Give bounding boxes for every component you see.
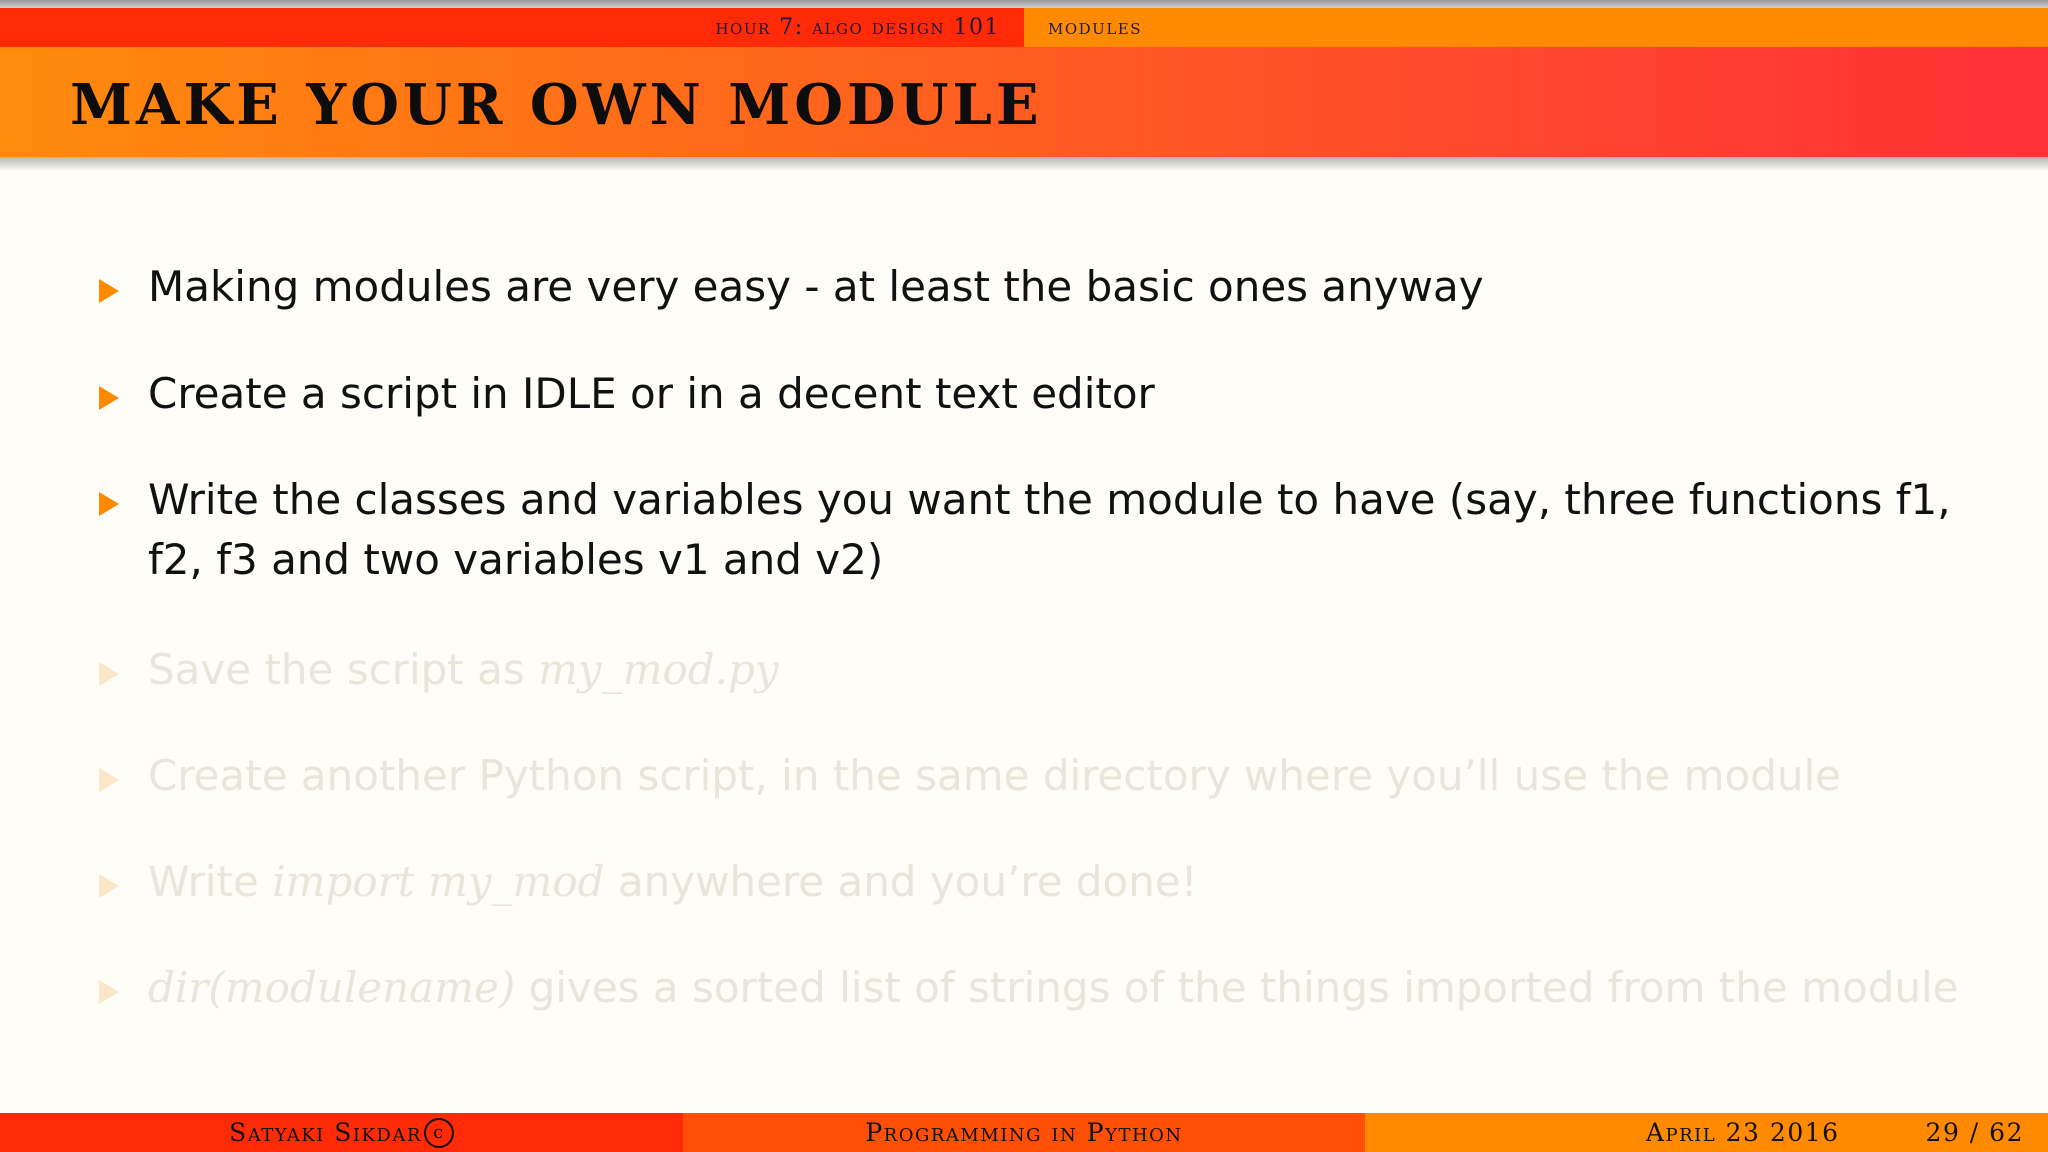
footer-author-name: Satyaki Sikdar — [229, 1118, 422, 1147]
bullet-text: Write the classes and variables you want… — [148, 475, 1951, 584]
page-number: 29 / 62 — [1925, 1118, 2024, 1147]
nav-subsection[interactable]: modules — [1024, 8, 2048, 47]
triangle-right-icon — [99, 492, 119, 516]
footer-talk-title: Programming in Python — [865, 1118, 1183, 1147]
nav-subsection-label[interactable]: modules — [1048, 15, 1142, 40]
bullet-item-dimmed: dir(modulename) gives a sorted list of s… — [99, 958, 2008, 1018]
bullet-text: Create a script in IDLE or in a decent t… — [148, 369, 1155, 418]
bullet-code: my_mod.py — [538, 645, 779, 694]
triangle-right-icon — [99, 980, 119, 1004]
copyright-icon: c — [423, 1117, 454, 1148]
bullet-item-dimmed: Save the script as my_mod.py — [99, 640, 2008, 700]
title-bar-shadow — [0, 157, 2048, 171]
top-rule — [0, 0, 2048, 8]
bullet-item-dimmed: Create another Python script, in the sam… — [99, 746, 2008, 806]
triangle-right-icon — [99, 279, 119, 303]
triangle-right-icon — [99, 662, 119, 686]
bullet-item-dimmed: Write import my_mod anywhere and you’re … — [99, 852, 2008, 912]
nav-section-label[interactable]: hour 7: algo design 101 — [715, 15, 1000, 40]
beamer-footline: Satyaki Sikdar c Programming in Python Ap… — [0, 1113, 2048, 1152]
triangle-right-icon — [99, 874, 119, 898]
bullet-text: Write — [148, 857, 273, 906]
bullet-text: Making modules are very easy - at least … — [148, 262, 1484, 311]
footer-date: April 23 2016 29 / 62 — [1365, 1113, 2048, 1152]
bullet-text: Save the script as — [148, 645, 539, 694]
bullet-item: Create a script in IDLE or in a decent t… — [99, 364, 2008, 424]
beamer-navbar: hour 7: algo design 101 modules — [0, 8, 2048, 47]
footer-date-text: April 23 2016 — [1645, 1118, 1840, 1147]
frame-title: Make your own module — [70, 72, 1043, 138]
bullet-code: dir(modulename) — [148, 963, 516, 1012]
footer-title: Programming in Python — [683, 1113, 1365, 1152]
footer-author: Satyaki Sikdar c — [0, 1113, 683, 1152]
triangle-right-icon — [99, 386, 119, 410]
bullet-item: Write the classes and variables you want… — [99, 470, 2008, 590]
bullet-text: gives a sorted list of strings of the th… — [515, 963, 1959, 1012]
bullet-text: anywhere and you’re done! — [604, 857, 1198, 906]
nav-section[interactable]: hour 7: algo design 101 — [0, 8, 1024, 47]
triangle-right-icon — [99, 768, 119, 792]
bullet-item: Making modules are very easy - at least … — [99, 257, 2008, 317]
bullet-code: import my_mod — [272, 857, 605, 906]
bullet-text: Create another Python script, in the sam… — [148, 751, 1841, 800]
